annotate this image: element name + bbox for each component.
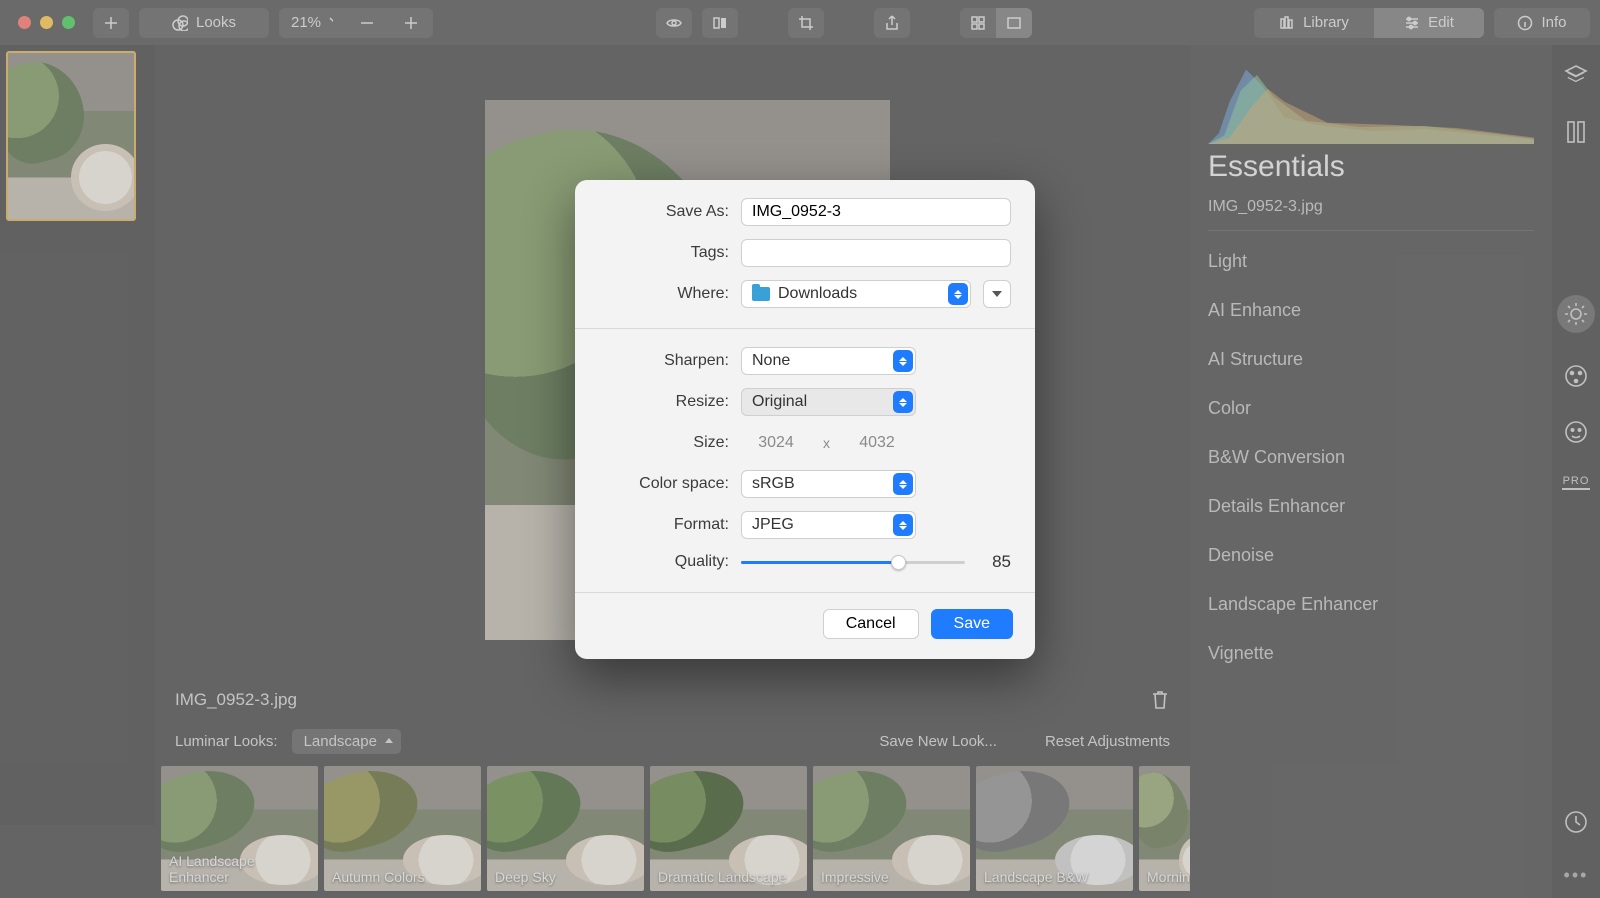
quality-slider[interactable] [741,552,965,572]
where-label: Where: [599,285,729,303]
cancel-button[interactable]: Cancel [823,609,919,639]
quality-value: 85 [981,552,1011,572]
where-select[interactable]: Downloads [741,280,971,308]
save-as-input[interactable] [741,198,1011,226]
updown-icon [948,283,968,305]
save-button[interactable]: Save [931,609,1013,639]
updown-icon [893,350,913,372]
sharpen-select[interactable]: None [741,347,916,375]
format-label: Format: [599,516,729,534]
save-dialog: Save As: Tags: Where: Downloads Sharpen:… [575,180,1035,659]
updown-icon [893,473,913,495]
size-separator: x [823,435,830,451]
slider-thumb[interactable] [891,555,906,570]
tags-input[interactable] [741,239,1011,267]
resize-label: Resize: [599,393,729,411]
size-width-input [741,429,811,457]
save-as-label: Save As: [599,203,729,221]
resize-select[interactable]: Original [741,388,916,416]
colorspace-select[interactable]: sRGB [741,470,916,498]
expand-where-button[interactable] [983,280,1011,308]
updown-icon [893,514,913,536]
size-label: Size: [599,434,729,452]
format-select[interactable]: JPEG [741,511,916,539]
colorspace-label: Color space: [599,475,729,493]
folder-icon [752,287,770,301]
size-height-input [842,429,912,457]
updown-icon [893,391,913,413]
quality-label: Quality: [599,553,729,571]
tags-label: Tags: [599,244,729,262]
where-value: Downloads [778,285,857,303]
sharpen-label: Sharpen: [599,352,729,370]
